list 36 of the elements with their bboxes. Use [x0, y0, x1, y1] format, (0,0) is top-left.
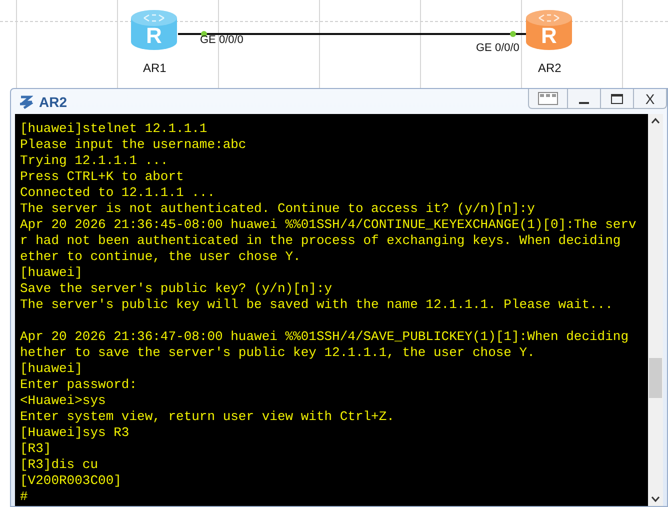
- terminal-line: [huawei]: [20, 265, 84, 281]
- port-label: GE 0/0/0: [476, 42, 520, 54]
- terminal-line: Please input the username:abc: [20, 137, 248, 153]
- terminal-line: Connected to 12.1.1.1 ...: [20, 185, 216, 201]
- terminal-line: Apr 20 2026 21:36:47-08:00 huawei %%01SSH/4/SAVE_PUBLICKEY(1)[1]:When deciding: [20, 329, 630, 345]
- terminal-line: [R3]: [20, 441, 52, 457]
- scroll-thumb[interactable]: [649, 358, 662, 398]
- terminal-line: The server's public key will be saved with the name 12.1.1.1. Please wait...: [20, 297, 614, 313]
- terminal-line: [R3]dis cu: [20, 457, 100, 473]
- terminal-line: r had not been authenticated in the process of exchanging keys. When deciding: [20, 233, 622, 249]
- port-label: GE 0/0/0: [200, 34, 244, 46]
- device-label: AR2: [538, 61, 562, 75]
- window-title: AR2: [39, 94, 68, 110]
- terminal-line: [huawei]stelnet 12.1.1.1: [20, 121, 208, 137]
- console-icon: [19, 94, 33, 110]
- terminal-line: The server is not authenticated. Continue to access it? (y/n)[n]:y: [20, 201, 536, 217]
- terminal-line: Press CTRL+K to abort: [20, 169, 185, 185]
- terminal-line: Apr 20 2026 21:36:45-08:00 huawei %%01SSH/4/CONTINUE_KEYEXCHANGE(1)[0]:The serv: [20, 217, 638, 233]
- port-dot: [510, 31, 516, 37]
- terminal-line: Trying 12.1.1.1 ...: [20, 153, 170, 169]
- window-layout-icon: [538, 92, 558, 105]
- terminal-line: [V200R003C00]: [20, 473, 122, 489]
- terminal-line: [Huawei]sys R3: [20, 425, 130, 441]
- terminal-line: Enter password:: [20, 377, 138, 393]
- port-dot: [201, 31, 207, 37]
- terminal-line: <Huawei>sys: [20, 393, 107, 409]
- terminal-line: #: [20, 489, 29, 505]
- terminal-line: [huawei]: [20, 361, 84, 377]
- terminal-line: Enter system view, return user view with Ctrl+Z.: [20, 409, 396, 425]
- scrollbar[interactable]: [648, 114, 663, 506]
- terminal-line: Save the server's public key? (y/n)[n]:y: [20, 281, 334, 297]
- terminal-line: ether to continue, the user chose Y.: [20, 249, 302, 265]
- terminal-line: hether to save the server's public key 12.1.1.1, the user chose Y.: [20, 345, 536, 361]
- device-label: AR1: [143, 61, 166, 75]
- minimize-icon: [579, 102, 589, 104]
- maximize-icon: [611, 94, 623, 104]
